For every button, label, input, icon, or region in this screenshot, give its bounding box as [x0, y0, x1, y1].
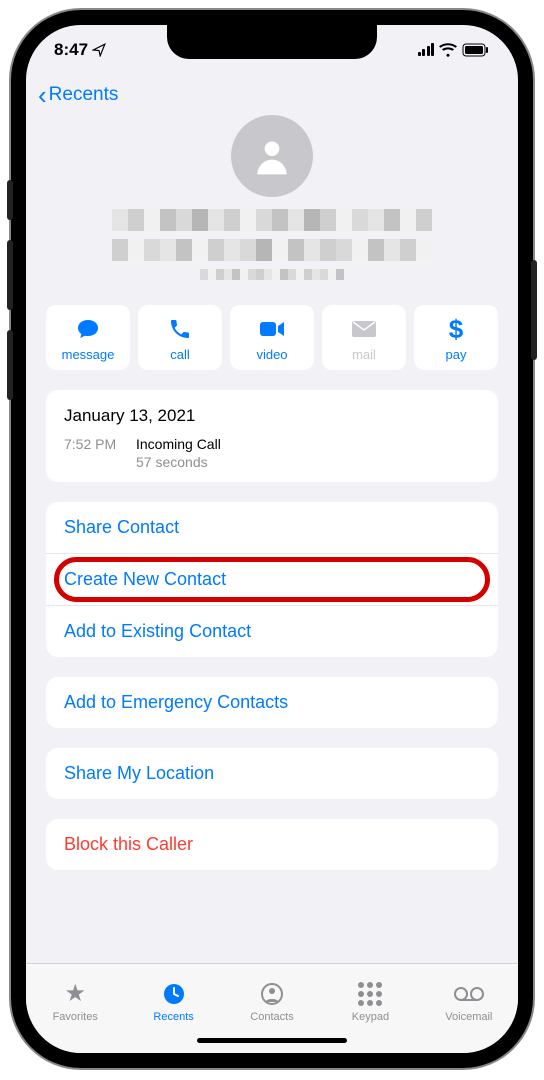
phone-icon — [168, 315, 192, 343]
call-log-card: January 13, 2021 7:52 PM Incoming Call 5… — [46, 390, 498, 482]
tab-voicemail-label: Voicemail — [445, 1011, 492, 1023]
tab-favorites[interactable]: ★ Favorites — [26, 964, 124, 1038]
message-button[interactable]: message — [46, 305, 130, 370]
back-button[interactable]: ‹ Recents — [38, 82, 118, 108]
mail-icon — [351, 315, 377, 343]
block-caller-row[interactable]: Block this Caller — [46, 819, 498, 870]
call-date: January 13, 2021 — [64, 406, 480, 426]
tab-recents[interactable]: Recents — [124, 964, 222, 1038]
location-section: Share My Location — [46, 748, 498, 799]
battery-icon — [462, 43, 490, 57]
video-label: video — [256, 347, 287, 362]
tab-keypad[interactable]: Keypad — [321, 964, 419, 1038]
iphone-frame: 8:47 ‹ Recents — [11, 10, 533, 1068]
share-contact-row[interactable]: Share Contact — [46, 502, 498, 554]
call-label: call — [170, 347, 190, 362]
wifi-icon — [439, 43, 457, 57]
clock-icon — [162, 980, 186, 1008]
tab-favorites-label: Favorites — [53, 1011, 98, 1023]
primary-options-section: Share Contact Create New Contact Add to … — [46, 502, 498, 657]
star-icon: ★ — [64, 980, 86, 1008]
emergency-section: Add to Emergency Contacts — [46, 677, 498, 728]
pay-label: pay — [446, 347, 467, 362]
cellular-icon — [418, 44, 435, 56]
add-emergency-row[interactable]: Add to Emergency Contacts — [46, 677, 498, 728]
video-button[interactable]: video — [230, 305, 314, 370]
share-location-label: Share My Location — [64, 763, 214, 783]
pay-button[interactable]: $ pay — [414, 305, 498, 370]
contact-header — [26, 115, 518, 291]
tab-contacts[interactable]: Contacts — [223, 964, 321, 1038]
screen: 8:47 ‹ Recents — [26, 25, 518, 1053]
block-section: Block this Caller — [46, 819, 498, 870]
call-time: 7:52 PM — [64, 436, 124, 470]
call-type: Incoming Call — [136, 436, 221, 452]
voicemail-icon — [454, 980, 484, 1008]
add-emergency-label: Add to Emergency Contacts — [64, 692, 288, 712]
add-existing-contact-row[interactable]: Add to Existing Contact — [46, 606, 498, 657]
status-time: 8:47 — [54, 40, 88, 60]
call-button[interactable]: call — [138, 305, 222, 370]
keypad-icon — [358, 980, 382, 1008]
share-location-row[interactable]: Share My Location — [46, 748, 498, 799]
mail-button: mail — [322, 305, 406, 370]
action-row: message call video mail $ — [26, 291, 518, 384]
create-new-contact-row[interactable]: Create New Contact — [46, 554, 498, 606]
notch — [167, 25, 377, 59]
avatar — [231, 115, 313, 197]
tab-contacts-label: Contacts — [250, 1011, 293, 1023]
location-icon — [92, 43, 106, 57]
chevron-left-icon: ‹ — [38, 82, 47, 108]
message-label: message — [62, 347, 115, 362]
back-label: Recents — [49, 84, 119, 106]
mail-label: mail — [352, 347, 376, 362]
video-icon — [258, 315, 286, 343]
contact-name-redacted — [97, 209, 447, 281]
tab-voicemail[interactable]: Voicemail — [420, 964, 518, 1038]
home-indicator[interactable] — [197, 1038, 347, 1043]
block-caller-label: Block this Caller — [64, 834, 193, 854]
nav-bar: ‹ Recents — [26, 75, 518, 115]
tab-keypad-label: Keypad — [352, 1011, 389, 1023]
share-contact-label: Share Contact — [64, 517, 179, 537]
call-duration: 57 seconds — [136, 454, 221, 470]
message-icon — [75, 315, 101, 343]
add-existing-contact-label: Add to Existing Contact — [64, 621, 251, 641]
dollar-icon: $ — [449, 315, 463, 343]
person-circle-icon — [260, 980, 284, 1008]
create-new-contact-label: Create New Contact — [64, 569, 226, 589]
tab-recents-label: Recents — [153, 1011, 193, 1023]
